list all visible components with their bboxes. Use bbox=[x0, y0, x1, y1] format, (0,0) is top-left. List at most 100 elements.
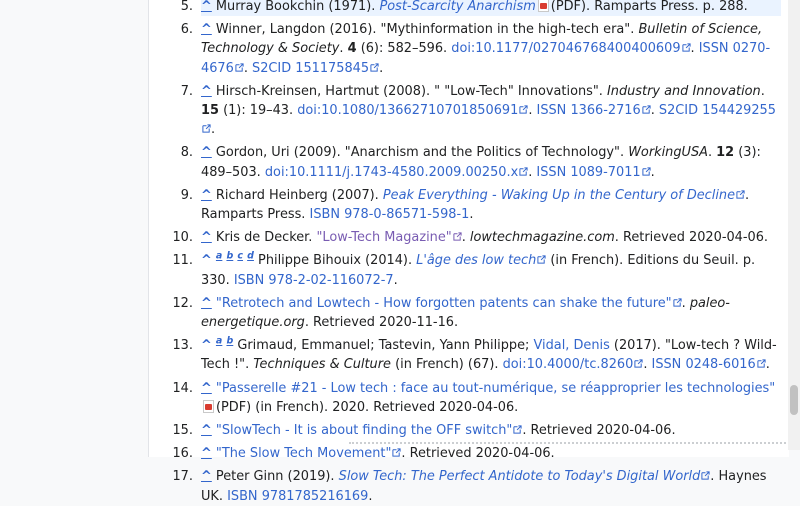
ref-rest: Retrieved 2020-04-06. bbox=[623, 230, 769, 246]
backlink-caret[interactable]: ^ bbox=[201, 230, 212, 245]
backlink-letter[interactable]: a bbox=[216, 251, 222, 262]
ref-number: 10. bbox=[172, 230, 193, 246]
ref-title-link[interactable]: "The Slow Tech Movement" bbox=[216, 446, 402, 461]
ref-rest: Ramparts Press. bbox=[201, 207, 306, 223]
ref-volume: 12 bbox=[716, 145, 735, 161]
ref-format: (PDF). bbox=[550, 0, 591, 14]
reference-item: 8. ^ Gordon, Uri (2009). "Anarchism and … bbox=[181, 143, 781, 181]
ref-rest: Retrieved 2020-04-06. bbox=[530, 423, 676, 439]
ref-author: Philippe Bihouix (2014). bbox=[258, 253, 413, 269]
backlink-caret[interactable]: ^ bbox=[201, 296, 212, 311]
external-link-icon bbox=[519, 105, 528, 114]
ref-journal: Industry and Innovation bbox=[606, 83, 761, 99]
external-link-icon bbox=[513, 425, 522, 434]
ref-number: 7. bbox=[180, 83, 193, 99]
ref-site: lowtechmagazine.com bbox=[469, 230, 615, 246]
author-link[interactable]: Vidal, Denis bbox=[534, 338, 610, 353]
ref-author: Peter Ginn (2019). bbox=[215, 469, 335, 485]
reference-item: 17. ^ Peter Ginn (2019). Slow Tech: The … bbox=[172, 467, 781, 505]
external-link-icon bbox=[736, 190, 745, 199]
backlink-letter[interactable]: d bbox=[247, 251, 254, 262]
content-area: 5. ^ Murray Bookchin (1971). Post-Scarci… bbox=[148, 0, 800, 504]
ref-number: 14. bbox=[172, 380, 193, 396]
ref-title-link[interactable]: "Passerelle #21 - Low tech : face au tou… bbox=[216, 381, 775, 396]
isbn-link[interactable]: ISBN 978-2-02-116072-7 bbox=[234, 273, 394, 288]
backlink-caret[interactable]: ^ bbox=[201, 423, 212, 438]
ref-journal: Techniques & Culture bbox=[253, 357, 391, 373]
ref-volume: 4 bbox=[347, 41, 357, 57]
doi-link[interactable]: doi:10.1177/027046768400400609 bbox=[451, 41, 691, 56]
issn-link[interactable]: ISSN 1089-7011 bbox=[536, 165, 651, 180]
reference-item: 7. ^ Hirsch-Kreinsen, Hartmut (2008). " … bbox=[181, 82, 781, 140]
ref-volume: 15 bbox=[201, 103, 219, 119]
external-link-icon bbox=[673, 298, 682, 307]
reference-item: 9. ^ Richard Heinberg (2007). Peak Every… bbox=[181, 186, 781, 224]
backlink-caret[interactable]: ^ bbox=[201, 0, 212, 14]
doi-link[interactable]: doi:10.1111/j.1743-4580.2009.00250.x bbox=[265, 165, 528, 180]
ref-rest: Retrieved 2020-04-06. bbox=[409, 446, 555, 462]
ref-number: 17. bbox=[172, 469, 193, 485]
ref-number: 8. bbox=[180, 145, 193, 161]
external-link-icon bbox=[642, 105, 651, 114]
external-link-icon bbox=[537, 255, 546, 265]
backlink-caret[interactable]: ^ bbox=[201, 446, 212, 461]
reference-item: 10. ^ Kris de Decker. "Low-Tech Magazine… bbox=[172, 228, 781, 247]
reference-item: 11. ^ a b c d Philippe Bihouix (2014). L… bbox=[172, 251, 781, 289]
external-link-icon bbox=[202, 124, 211, 133]
reference-item: 5. ^ Murray Bookchin (1971). Post-Scarci… bbox=[181, 0, 781, 17]
ref-number: 16. bbox=[172, 446, 193, 462]
ref-author: Grimaud, Emmanuel; Tastevin, Yann Philip… bbox=[237, 338, 530, 354]
backlink-caret[interactable]: ^ bbox=[201, 145, 212, 160]
ref-author: Hirsch-Kreinsen, Hartmut (2008). " "Low-… bbox=[215, 83, 603, 99]
backlink-letter[interactable]: a bbox=[216, 336, 222, 347]
external-link-icon bbox=[701, 471, 710, 481]
backlink-caret[interactable]: ^ bbox=[201, 22, 212, 37]
external-link-icon bbox=[641, 167, 651, 176]
backlink-caret[interactable]: ^ bbox=[201, 469, 212, 484]
ref-title-link[interactable]: "Retrotech and Lowtech - How forgotten p… bbox=[216, 296, 682, 311]
isbn-link[interactable]: ISBN 9781785216169 bbox=[227, 489, 368, 504]
scrollbar[interactable] bbox=[788, 0, 800, 450]
ref-author: Kris de Decker. bbox=[215, 230, 313, 246]
ref-author: Murray Bookchin (1971). bbox=[215, 0, 376, 14]
ref-rest: Retrieved 2020-11-16. bbox=[313, 315, 459, 331]
backlink-letter[interactable]: b bbox=[226, 336, 233, 347]
backlink-letter[interactable]: b bbox=[226, 251, 233, 262]
reference-item: 15. ^ "SlowTech - It is about finding th… bbox=[172, 421, 781, 440]
s2cid-link[interactable]: S2CID 151175845 bbox=[252, 61, 379, 76]
backlink-caret[interactable]: ^ bbox=[201, 381, 212, 396]
reference-item: 12. ^ "Retrotech and Lowtech - How forgo… bbox=[172, 294, 781, 332]
backlink-caret: ^ bbox=[201, 253, 212, 269]
ref-issue: (1): 19–43. bbox=[223, 103, 294, 119]
ref-author: Gordon, Uri (2009). "Anarchism and the P… bbox=[215, 145, 625, 161]
doi-link[interactable]: doi:10.4000/tc.8260 bbox=[503, 357, 644, 372]
backlink-caret[interactable]: ^ bbox=[201, 188, 212, 203]
backlink-caret[interactable]: ^ bbox=[201, 84, 212, 99]
ref-journal: WorkingUSA bbox=[628, 145, 708, 161]
ref-author: Winner, Langdon (2016). "Mythinformation… bbox=[215, 22, 635, 38]
ref-title-link[interactable]: "SlowTech - It is about finding the OFF … bbox=[216, 423, 522, 438]
ref-rest: Ramparts Press. p. 288. bbox=[594, 0, 748, 14]
isbn-link[interactable]: ISBN 978-0-86571-598-1 bbox=[310, 207, 470, 222]
ref-title-link[interactable]: L'âge des low tech bbox=[416, 253, 546, 268]
external-link-icon bbox=[634, 359, 643, 369]
external-link-icon bbox=[453, 232, 462, 241]
reference-list: 5. ^ Murray Bookchin (1971). Post-Scarci… bbox=[172, 0, 781, 506]
ref-title-link[interactable]: Post-Scarcity Anarchism bbox=[379, 0, 535, 14]
ref-title-link[interactable]: Peak Everything - Waking Up in the Centu… bbox=[383, 188, 745, 203]
external-link-icon bbox=[370, 63, 379, 72]
external-link-icon bbox=[681, 43, 691, 53]
scrollbar-thumb[interactable] bbox=[790, 385, 798, 415]
external-link-icon bbox=[519, 167, 528, 176]
external-link-icon bbox=[235, 63, 244, 72]
ref-title-link[interactable]: Slow Tech: The Perfect Antidote to Today… bbox=[339, 469, 711, 484]
ref-format: (PDF) bbox=[216, 399, 252, 415]
reference-item: 14. ^ "Passerelle #21 - Low tech : face … bbox=[172, 379, 781, 417]
issn-link[interactable]: ISSN 0248-6016 bbox=[652, 357, 766, 372]
issn-link[interactable]: ISSN 1366-2716 bbox=[537, 103, 651, 118]
backlink-letter[interactable]: c bbox=[237, 251, 243, 262]
ref-title-link[interactable]: "Low-Tech Magazine" bbox=[316, 230, 462, 245]
doi-link[interactable]: doi:10.1080/13662710701850691 bbox=[297, 103, 528, 118]
external-link-icon bbox=[757, 359, 766, 369]
ref-number: 6. bbox=[180, 22, 193, 38]
